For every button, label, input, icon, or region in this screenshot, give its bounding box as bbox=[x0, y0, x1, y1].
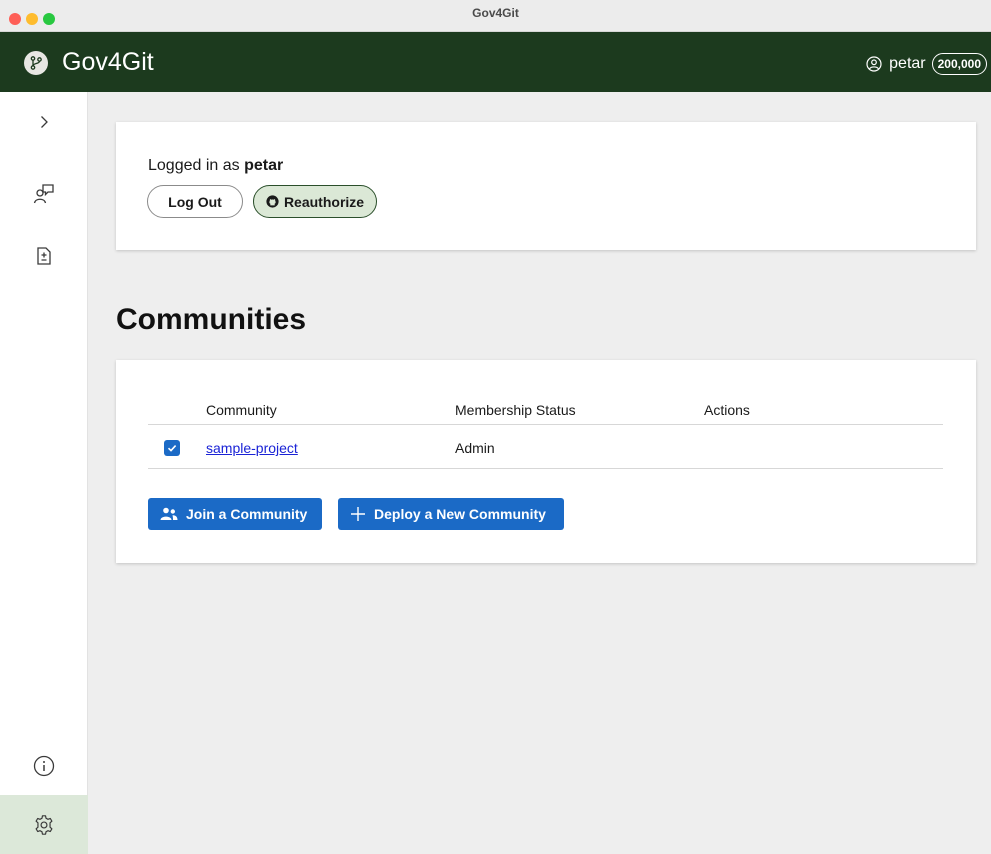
logout-label: Log Out bbox=[168, 193, 222, 210]
logged-in-username: petar bbox=[244, 157, 284, 174]
user-circle-icon bbox=[865, 55, 883, 73]
communities-table: Community Membership Status Actions samp… bbox=[148, 400, 943, 469]
username-label: petar bbox=[889, 55, 926, 72]
app-name: Gov4Git bbox=[62, 48, 154, 76]
plus-icon bbox=[351, 507, 365, 521]
gear-icon bbox=[35, 814, 53, 835]
column-header-actions: Actions bbox=[704, 402, 750, 418]
user-account[interactable]: petar 200,000 bbox=[865, 52, 987, 76]
sidebar-expand-button[interactable] bbox=[0, 102, 88, 142]
table-row: sample-project Admin bbox=[148, 425, 943, 469]
people-icon bbox=[160, 507, 178, 520]
window-title: Gov4Git bbox=[472, 6, 519, 20]
reauthorize-label: Reauthorize bbox=[283, 193, 365, 210]
column-header-membership-status: Membership Status bbox=[455, 402, 576, 418]
github-icon bbox=[266, 195, 279, 208]
login-card: Logged in as petar Log Out Reauthorize bbox=[116, 122, 976, 250]
logged-in-text: Logged in as petar bbox=[148, 157, 283, 175]
git-branch-logo-icon bbox=[24, 51, 48, 75]
checkmark-icon bbox=[167, 445, 177, 452]
sidebar-item-about[interactable] bbox=[0, 746, 88, 786]
balance-badge: 200,000 bbox=[931, 53, 987, 75]
login-actions: Log Out Reauthorize bbox=[147, 185, 377, 218]
sidebar-item-settings[interactable] bbox=[0, 795, 88, 854]
table-header: Community Membership Status Actions bbox=[148, 400, 943, 425]
sidebar bbox=[0, 92, 88, 854]
join-community-label: Join a Community bbox=[186, 506, 308, 522]
sidebar-item-proposals[interactable] bbox=[0, 236, 88, 276]
logged-in-prefix: Logged in as bbox=[148, 157, 240, 174]
membership-status-value: Admin bbox=[455, 440, 495, 456]
reauthorize-button[interactable]: Reauthorize bbox=[253, 185, 377, 218]
communities-card: Community Membership Status Actions samp… bbox=[116, 360, 976, 563]
deploy-community-label: Deploy a New Community bbox=[374, 506, 546, 522]
main-content: Logged in as petar Log Out Reauthorize C… bbox=[88, 92, 991, 854]
communities-title: Communities bbox=[116, 303, 307, 336]
info-icon bbox=[33, 755, 55, 777]
community-select-checkbox[interactable] bbox=[164, 440, 180, 456]
column-header-community: Community bbox=[206, 402, 277, 418]
chevron-right-icon bbox=[41, 116, 48, 128]
logout-button[interactable]: Log Out bbox=[147, 185, 243, 218]
community-actions: Join a Community Deploy a New Community bbox=[148, 498, 564, 530]
community-link[interactable]: sample-project bbox=[206, 440, 298, 456]
document-diff-icon bbox=[37, 247, 51, 265]
user-feedback-icon bbox=[33, 184, 54, 204]
sidebar-item-feedback[interactable] bbox=[0, 174, 88, 214]
app-header: Gov4Git petar 200,000 bbox=[0, 32, 991, 92]
join-community-button[interactable]: Join a Community bbox=[148, 498, 322, 530]
window-titlebar: Gov4Git bbox=[0, 0, 991, 32]
deploy-community-button[interactable]: Deploy a New Community bbox=[338, 498, 564, 530]
